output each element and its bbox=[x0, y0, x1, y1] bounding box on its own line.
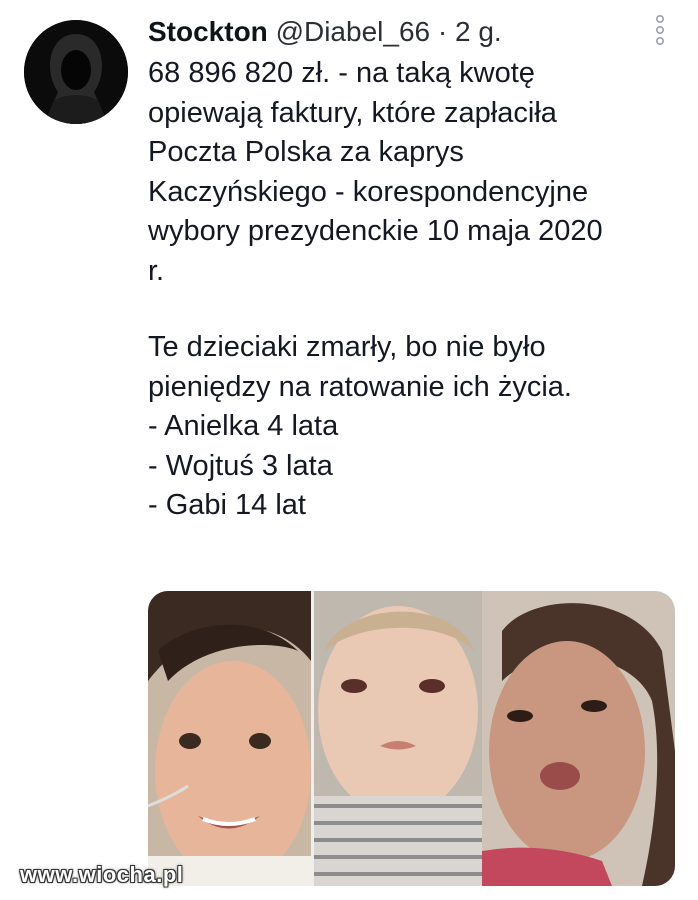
tweet-paragraph-1: 68 896 820 zł. - na taką kwotę opiewają … bbox=[148, 57, 603, 287]
timestamp[interactable]: 2 g. bbox=[455, 16, 502, 47]
list-item: - Gabi 14 lat bbox=[148, 489, 306, 521]
more-vertical-icon bbox=[656, 14, 665, 45]
tweet-header: Stockton @Diabel_66 · 2 g. bbox=[148, 14, 638, 50]
text-line: Te dzieciaki zmarły, bo nie było bbox=[148, 331, 546, 363]
author-name[interactable]: Stockton bbox=[148, 16, 268, 47]
separator-dot: · bbox=[437, 16, 448, 47]
tweet-text: 68 896 820 zł. - na taką kwotę opiewają … bbox=[148, 54, 678, 526]
text-line: pieniędzy na ratowanie ich życia. bbox=[148, 370, 572, 403]
photo-child-3[interactable] bbox=[482, 591, 675, 886]
list-item: - Anielka 4 lata bbox=[148, 410, 339, 442]
author-handle[interactable]: @Diabel_66 bbox=[276, 16, 431, 47]
avatar[interactable] bbox=[24, 20, 128, 124]
watermark: www.wiocha.pl bbox=[20, 862, 184, 887]
photo-child-1[interactable] bbox=[148, 591, 311, 886]
tweet-paragraph-2: Te dzieciaki zmarły, bo nie było pienięd… bbox=[148, 328, 678, 526]
list-item: - Wojtuś 3 lata bbox=[148, 449, 333, 482]
photo-child-2[interactable] bbox=[314, 591, 482, 886]
more-options-button[interactable] bbox=[650, 14, 670, 48]
hooded-figure-avatar-icon bbox=[24, 20, 128, 124]
tweet-media[interactable] bbox=[148, 591, 675, 886]
